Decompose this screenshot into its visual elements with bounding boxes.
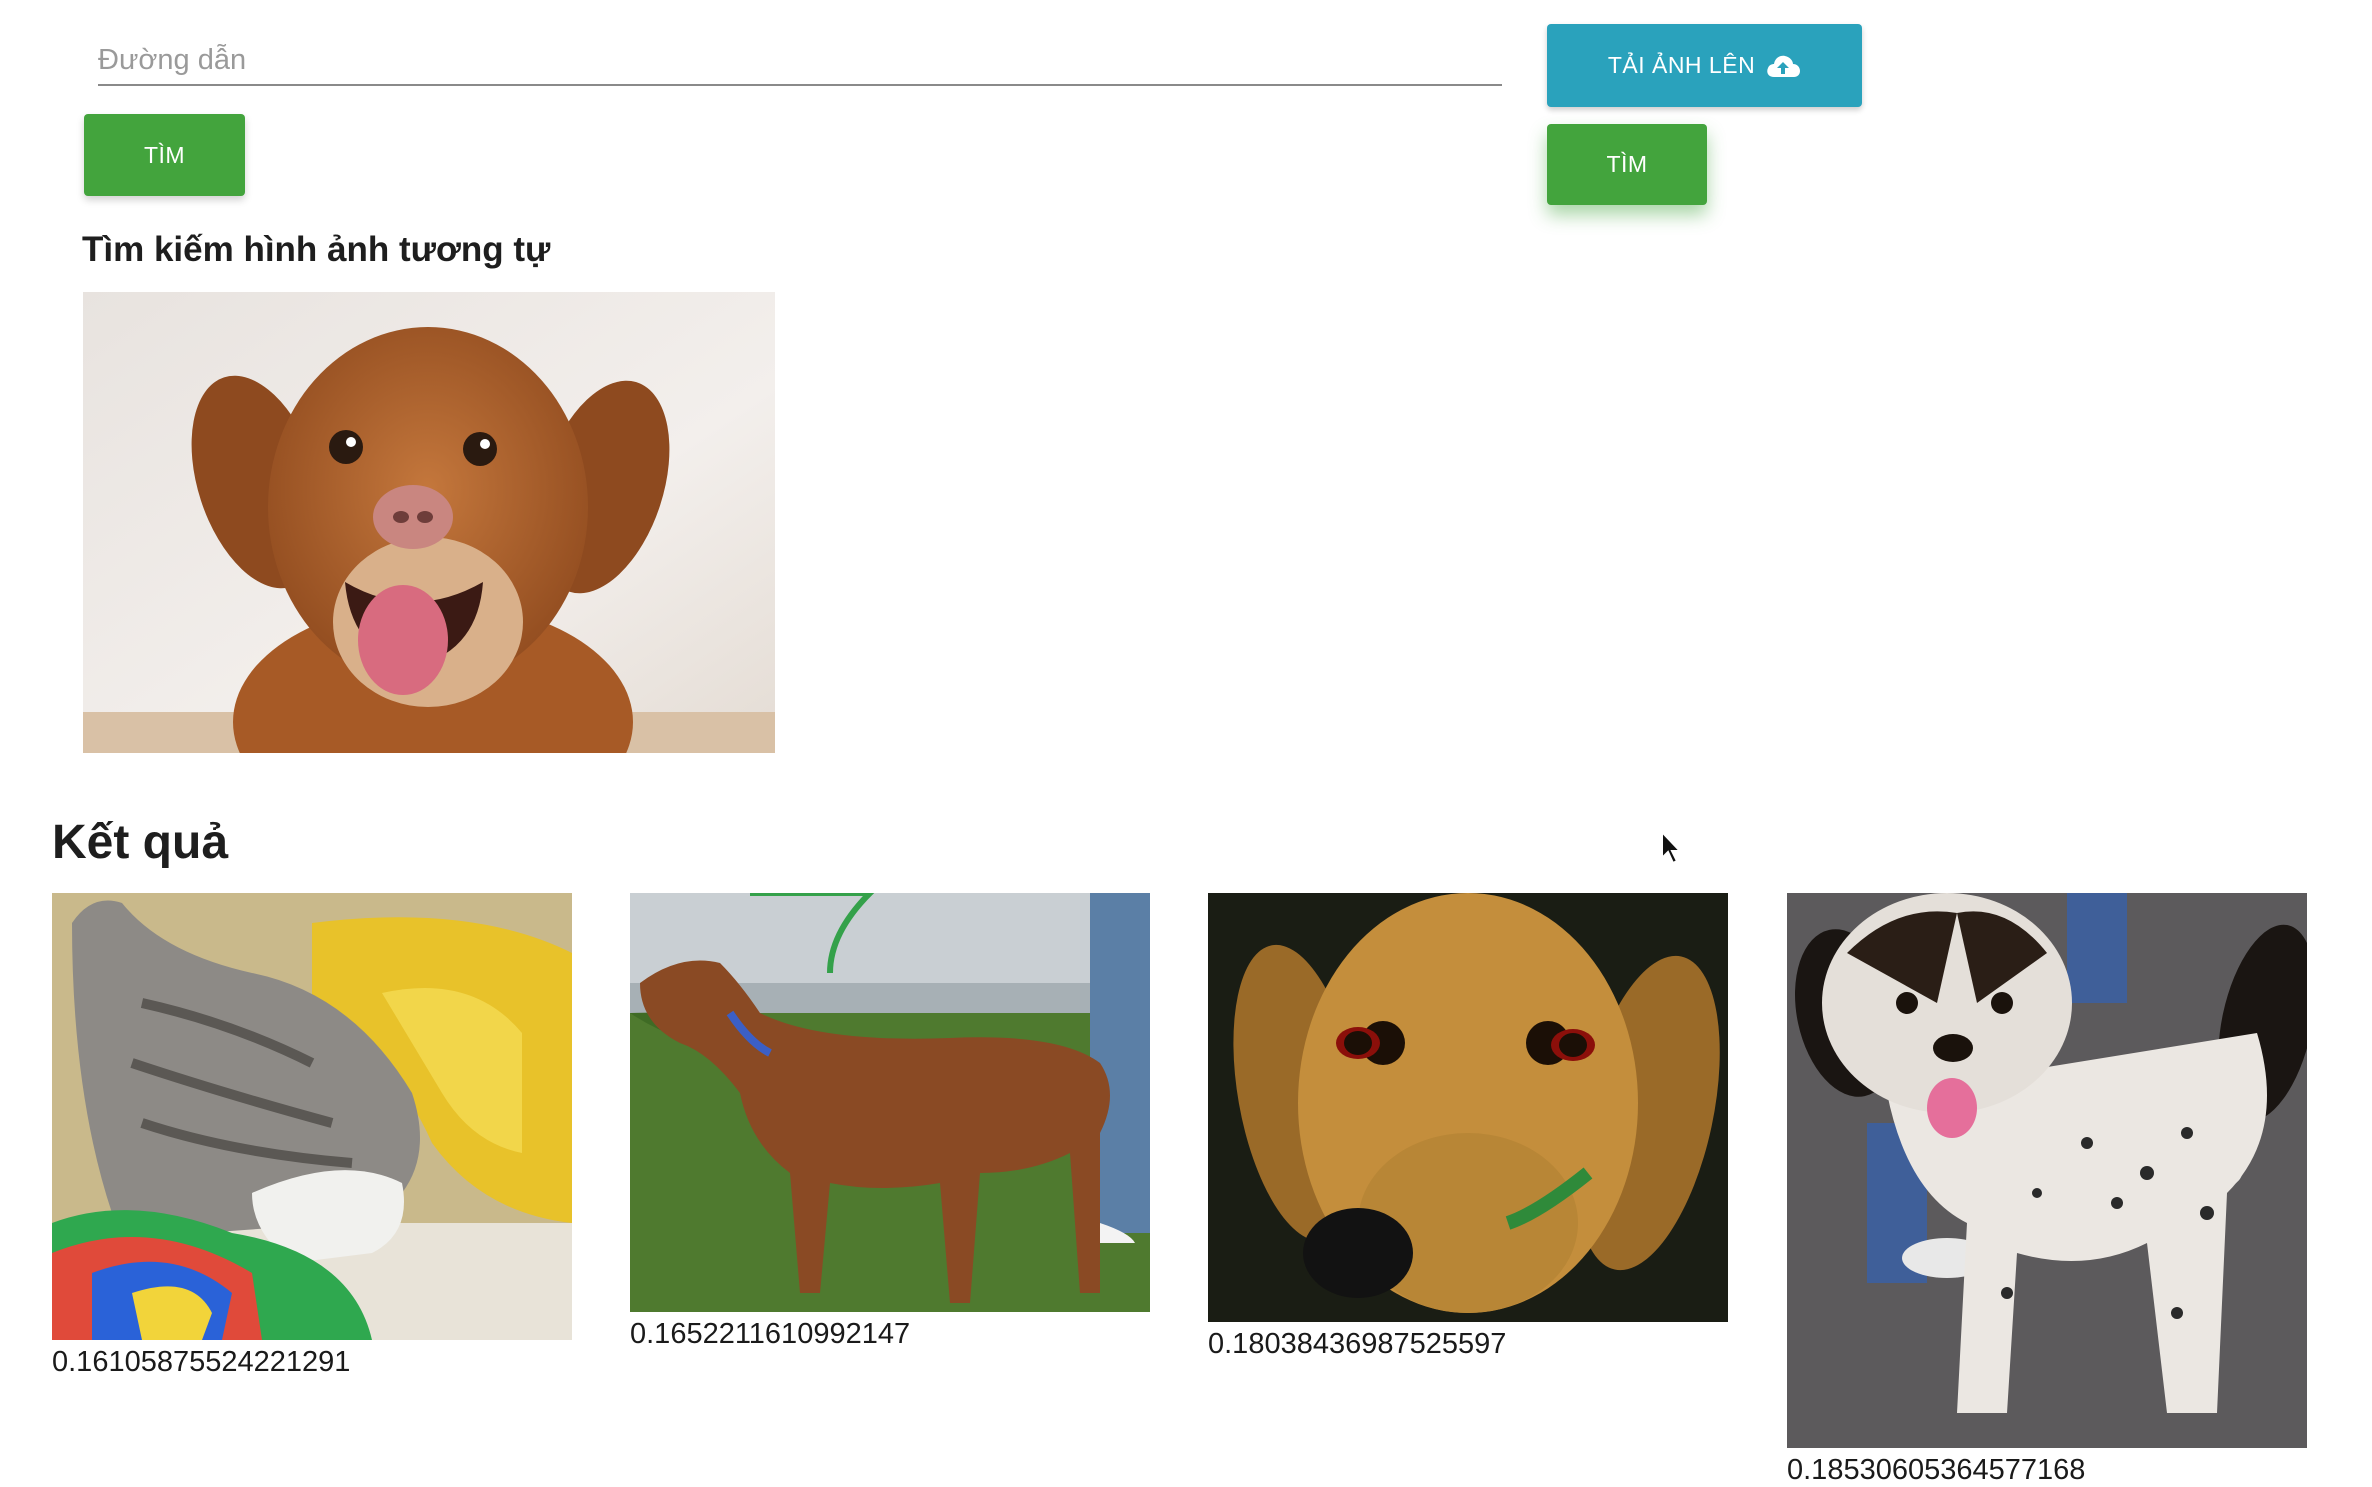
result-image-1 [52,893,572,1340]
result-image-3 [1208,893,1728,1322]
upload-image-button[interactable]: TẢI ẢNH LÊN [1547,24,1862,107]
find-button-left[interactable]: TÌM [84,114,245,196]
path-input[interactable] [98,36,1502,86]
result-image-2 [630,893,1150,1312]
find-button-left-label: TÌM [143,141,186,168]
find-button-right-label: TÌM [1606,151,1648,177]
result-image-4 [1787,893,2307,1448]
cloud-upload-icon [1765,53,1801,79]
similar-search-heading: Tìm kiếm hình ảnh tương tự [82,230,551,269]
result-score-3: 0.18038436987525597 [1208,1328,1507,1360]
result-score-2: 0.1652211610992147 [630,1318,911,1350]
mouse-cursor-icon [1660,830,1684,866]
result-score-4: 0.18530605364577168 [1787,1454,2086,1486]
result-score-1: 0.16105875524221291 [52,1346,351,1378]
find-button-right[interactable]: TÌM [1547,124,1707,205]
results-heading: Kết quả [52,816,229,869]
query-image [83,292,775,753]
upload-button-label: TẢI ẢNH LÊN [1607,52,1756,78]
